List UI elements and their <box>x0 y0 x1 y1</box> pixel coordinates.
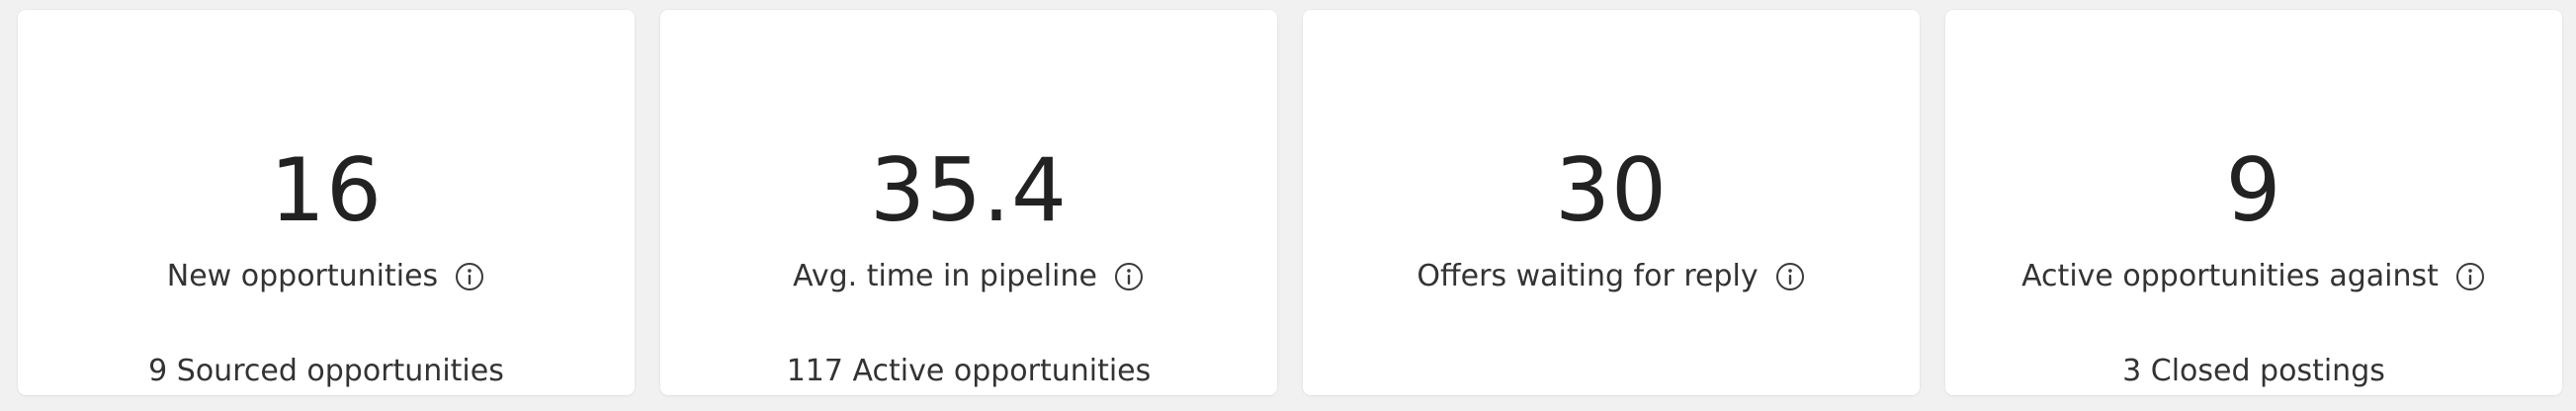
info-icon[interactable] <box>1113 261 1145 292</box>
metric-value: 30 <box>1555 139 1668 241</box>
metric-cards-row: 16 New opportunities 9 Sourced opportuni… <box>0 0 2576 411</box>
metric-label-row: Active opportunities against <box>1945 257 2562 296</box>
metric-label-row: Avg. time in pipeline <box>660 257 1277 296</box>
metric-card-offers-waiting-for-reply[interactable]: 30 Offers waiting for reply <box>1303 10 1920 395</box>
metric-label: Active opportunities against <box>2021 259 2439 293</box>
metric-subtext: 117 Active opportunities <box>786 354 1152 388</box>
info-icon[interactable] <box>1774 261 1806 292</box>
info-icon[interactable] <box>2454 261 2486 292</box>
metric-value: 9 <box>2225 139 2282 241</box>
metric-subtext: 9 Sourced opportunities <box>148 354 504 388</box>
metric-label-row: Offers waiting for reply <box>1303 257 1920 296</box>
info-icon[interactable] <box>454 261 485 292</box>
metric-card-new-opportunities[interactable]: 16 New opportunities 9 Sourced opportuni… <box>18 10 635 395</box>
metric-card-active-opportunities-against[interactable]: 9 Active opportunities against 3 Closed … <box>1945 10 2562 395</box>
metric-value: 35.4 <box>870 139 1068 241</box>
metric-subtext: 3 Closed postings <box>2122 354 2385 388</box>
metric-card-avg-time-in-pipeline[interactable]: 35.4 Avg. time in pipeline 117 Active op… <box>660 10 1277 395</box>
metric-label: Avg. time in pipeline <box>793 259 1097 293</box>
metric-value: 16 <box>270 139 383 241</box>
metric-label: Offers waiting for reply <box>1417 259 1759 293</box>
metric-label-row: New opportunities <box>18 257 635 296</box>
metric-label: New opportunities <box>166 259 439 293</box>
